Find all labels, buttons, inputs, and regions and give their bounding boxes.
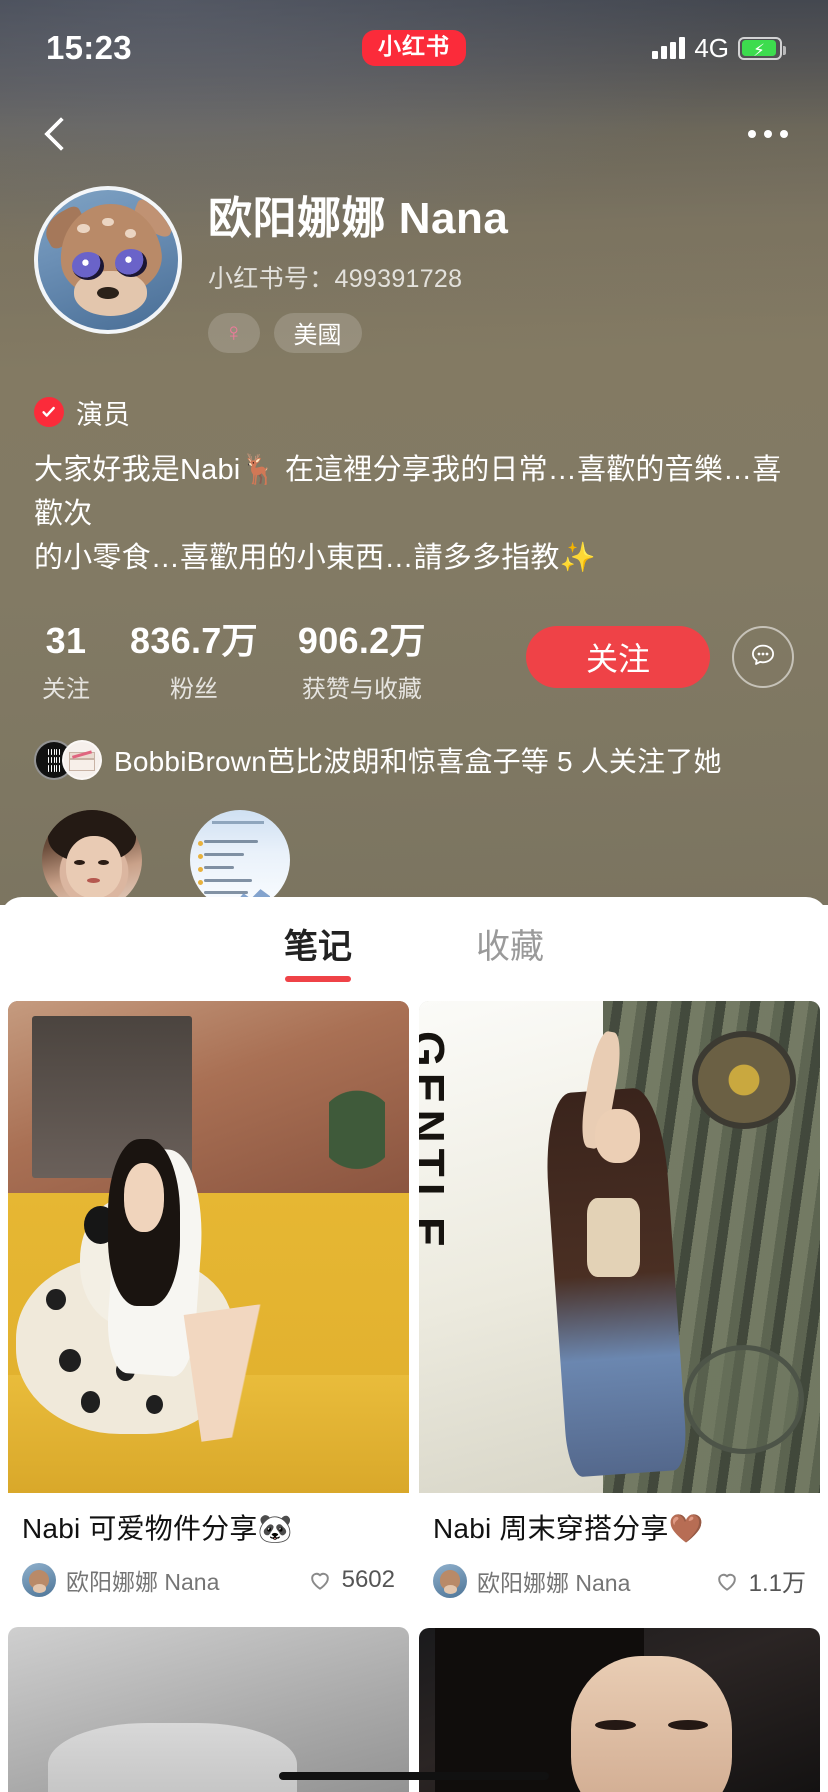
surprise-box-avatar (62, 740, 102, 781)
note-author-name[interactable]: 欧阳娜娜 Nana (477, 1564, 704, 1598)
stat-likes-collects-value: 906.2万 (297, 619, 426, 661)
top-nav-bar (0, 96, 828, 172)
female-gender-icon: ♀ (208, 312, 260, 353)
tab-notes[interactable]: 笔记 (284, 919, 352, 980)
phone-screen: 15:23 小红书 4G ⚡ 欧阳娜娜 Nana 小红书号：499391728 … (0, 0, 828, 1792)
stat-following-value: 31 (45, 619, 87, 661)
note-photo-partial-right (419, 1628, 820, 1792)
note-card[interactable]: GENTLE Nabi 周末穿搭分享🤎 欧阳娜娜 Nana 1.1万 (419, 1001, 820, 1619)
note-photo-panda-beanbag (8, 1001, 409, 1493)
status-bar-right: 4G ⚡ (562, 32, 786, 64)
home-indicator (279, 1772, 549, 1780)
highlight-list-cover (190, 810, 290, 911)
status-bar: 15:23 小红书 4G ⚡ (0, 0, 828, 96)
verified-label: 演员 (76, 399, 130, 430)
stat-following-label: 关注 (42, 676, 90, 704)
note-card[interactable] (8, 1627, 409, 1792)
heart-icon (714, 1568, 740, 1594)
stat-likes-collects-label: 获赞与收藏 (301, 676, 422, 704)
highlight-portrait-cover (42, 810, 142, 911)
note-like-group[interactable]: 1.1万 (714, 1563, 806, 1598)
xiaohongshu-logo: 小红书 (362, 30, 466, 66)
signal-bars-icon (652, 37, 686, 59)
note-title: Nabi 可爱物件分享🐼 (22, 1513, 293, 1544)
user-avatar-deer[interactable] (34, 186, 182, 334)
bio-line-2: 的小零食…喜歡用的小東西…請多多指教✨ (34, 541, 596, 574)
note-author-avatar[interactable] (22, 1563, 56, 1598)
followed-by-text: BobbiBrown芭比波朗和惊喜盒子等 5 人关注了她 (114, 746, 722, 778)
note-meta: 欧阳娜娜 Nana 1.1万 (419, 1547, 820, 1618)
stats-and-actions-row: 31 关注 836.7万 粉丝 906.2万 获赞与收藏 关注 (34, 620, 794, 704)
profile-location-chip: 美國 (273, 312, 362, 353)
app-logo-wrap: 小红书 (266, 30, 562, 66)
notes-grid: Nabi 可爱物件分享🐼 欧阳娜娜 Nana 5602 GENTLE Nabi … (0, 1001, 828, 1792)
note-card[interactable]: Nabi 可爱物件分享🐼 欧阳娜娜 Nana 5602 (8, 1001, 409, 1618)
profile-identity-text: 欧阳娜娜 Nana 小红书号：499391728 ♀ 美國 (208, 186, 508, 353)
note-meta: 欧阳娜娜 Nana 5602 (8, 1547, 409, 1617)
more-options-icon[interactable] (744, 120, 792, 148)
followed-by-row[interactable]: BobbiBrown芭比波朗和惊喜盒子等 5 人关注了她 (34, 740, 794, 781)
content-tabs: 笔记 收藏 (0, 897, 828, 1001)
content-sheet: 笔记 收藏 Nabi 可爱物件分享🐼 欧阳娜娜 Nana 5602 GENTLE… (0, 897, 828, 1792)
note-like-count: 1.1万 (748, 1570, 806, 1598)
note-title: Nabi 周末穿搭分享🤎 (433, 1513, 704, 1544)
message-bubble-icon (746, 638, 780, 675)
battery-charging-icon: ⚡ (738, 36, 786, 60)
stat-followers-value: 836.7万 (130, 619, 258, 661)
heart-icon (307, 1567, 333, 1593)
bio-line-1: 大家好我是Nabi🦌 在這裡分享我的日常…喜歡的音樂…喜歡次 (34, 453, 782, 530)
profile-bio[interactable]: 大家好我是Nabi🦌 在這裡分享我的日常…喜歡的音樂…喜歡次 的小零食…喜歡用的… (34, 448, 794, 580)
note-card[interactable] (419, 1628, 820, 1792)
profile-identity-row: 欧阳娜娜 Nana 小红书号：499391728 ♀ 美國 (34, 186, 794, 353)
note-photo-partial-left (8, 1627, 409, 1792)
network-type-label: 4G (694, 32, 729, 63)
followed-by-avatars (34, 740, 102, 781)
note-like-count: 5602 (341, 1566, 395, 1594)
profile-actions: 关注 (526, 620, 794, 688)
stat-likes-collects[interactable]: 906.2万 获赞与收藏 (298, 620, 426, 704)
note-like-group[interactable]: 5602 (307, 1566, 395, 1594)
verified-row: 演员 (34, 393, 794, 432)
stat-followers-label: 粉丝 (169, 676, 218, 704)
tab-collections[interactable]: 收藏 (476, 919, 544, 980)
profile-section: 欧阳娜娜 Nana 小红书号：499391728 ♀ 美國 演员 大家好我是Na… (0, 186, 828, 963)
notes-column-left: Nabi 可爱物件分享🐼 欧阳娜娜 Nana 5602 (8, 1001, 409, 1792)
follow-button[interactable]: 关注 (526, 625, 710, 688)
verified-check-icon (34, 397, 64, 428)
back-chevron-icon[interactable] (36, 114, 76, 154)
notes-column-right: GENTLE Nabi 周末穿搭分享🤎 欧阳娜娜 Nana 1.1万 (419, 1001, 820, 1792)
note-photo-gentle-banner: GENTLE (419, 1001, 820, 1493)
profile-username: 欧阳娜娜 Nana (208, 194, 509, 243)
note-author-avatar[interactable] (433, 1563, 467, 1598)
note-author-name[interactable]: 欧阳娜娜 Nana (66, 1563, 297, 1597)
profile-chips: ♀ 美國 (208, 312, 508, 353)
stat-followers[interactable]: 836.7万 粉丝 (130, 620, 258, 704)
profile-xhs-id[interactable]: 小红书号：499391728 (208, 259, 508, 295)
message-button[interactable] (732, 625, 794, 688)
stats-group: 31 关注 836.7万 粉丝 906.2万 获赞与收藏 (34, 620, 466, 704)
stat-following[interactable]: 31 关注 (42, 620, 90, 704)
status-bar-clock: 15:23 (46, 29, 132, 66)
